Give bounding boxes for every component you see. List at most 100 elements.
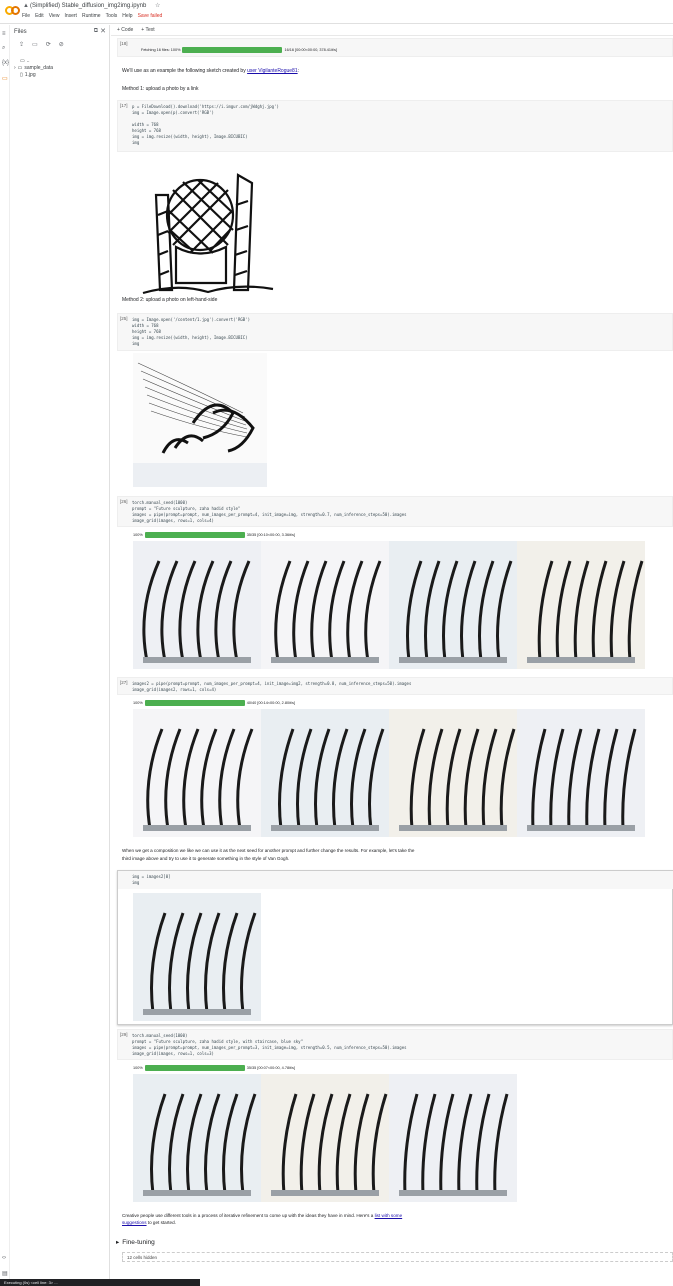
progress-stats: 35/35 [00:10<00:00, 3.36it/s] [246,533,295,537]
markdown-text: Creative people use different tools in a… [122,1213,403,1225]
menu-tools[interactable]: Tools [106,13,118,19]
progress-bar [144,700,245,706]
tree-item-sample-data[interactable]: › ▭ sample_data [14,65,53,71]
file-icon: ▯ [20,72,23,78]
markdown-text: We'll use as an example the following sk… [122,68,300,74]
progress-stats: 16/16 [00:00<00:00, 378.41it/s] [284,48,337,52]
code-snippets-icon[interactable]: ‹› [2,1255,6,1261]
markdown-text: When we get a composition we like we can… [122,848,415,853]
folder-icon[interactable]: ▭ [2,75,8,82]
code-cell[interactable]: [29] torch.manual_seed(1000) prompt = "F… [117,1029,673,1060]
generated-image [261,1074,389,1202]
progress-bar [144,532,245,538]
progress-row: Fetching 16 files: 100% 16/16 [00:00<00:… [141,47,337,53]
uploaded-image [133,353,267,487]
code-cell[interactable]: [25] img = Image.open('/content/1.jpg').… [117,313,673,351]
files-toolbar: ⇪ ▭ ⟳ ⊘ [19,41,64,48]
tree-item-parent[interactable]: ▭.. [20,58,30,64]
generated-image [133,1074,261,1202]
progress-stats: 35/35 [00:07<00:00, 4.78it/s] [246,1066,295,1070]
markdown-text: third image above and try to use it to g… [122,856,290,861]
add-text-button[interactable]: + Text [141,27,154,33]
generated-image [389,541,517,669]
markdown-text: Method 1: upload a photo by a link [122,86,199,92]
new-folder-icon[interactable]: ▭ [32,41,38,48]
code-editor[interactable]: img = images2[0] img [132,874,171,886]
search-icon[interactable]: ⌕ [2,45,5,52]
folder-icon: ▭ [17,65,23,71]
close-icon[interactable]: ✕ [100,27,106,35]
menu-insert[interactable]: Insert [64,13,77,19]
progress-bar [182,47,283,53]
progress-row: 100% 35/35 [00:10<00:00, 3.36it/s] [133,532,295,538]
progress-row: 100% 40/40 [00:14<00:00, 2.80it/s] [133,700,295,706]
cell-prompt: [25] [120,316,128,321]
progress-label: 100% [133,701,143,705]
progress-row: 100% 35/35 [00:07<00:00, 4.78it/s] [133,1065,295,1071]
cell-prompt: [17] [120,103,128,108]
tree-item-file[interactable]: ▯ 1.jpg [20,72,36,78]
save-status[interactable]: Save failed [138,13,163,19]
notebook-title[interactable]: (Simplified) Stable_diffusion_img2img.ip… [30,3,146,9]
files-panel: Files ⧉ ✕ ⇪ ▭ ⟳ ⊘ ▭.. › ▭ sample_data ▯ 1.j… [10,25,110,1286]
menu-bar: File Edit View Insert Runtime Tools Help… [22,13,162,19]
files-title: Files [14,29,27,35]
status-bar: Executing (0s) <cell line: 3> ... [0,1279,200,1286]
chevron-right-icon: › [14,65,16,71]
terminal-icon[interactable]: ▤ [2,1270,8,1277]
menu-file[interactable]: File [22,13,30,19]
sketch-image [138,155,278,297]
generated-image [261,709,389,837]
folder-icon: ▭ [20,58,25,64]
menu-help[interactable]: Help [122,13,132,19]
cell-prompt: [27] [120,680,128,685]
cell-prompt: [29] [120,1032,128,1037]
code-editor[interactable]: images2 = pipe(prompt=prompt, num_images… [132,681,411,693]
code-editor[interactable]: torch.manual_seed(1000) prompt = "Future… [132,500,407,524]
progress-bar [144,1065,245,1071]
upload-icon[interactable]: ⇪ [19,41,24,48]
new-window-icon[interactable]: ⧉ [94,28,98,35]
suggestions-link[interactable]: list with some [375,1213,403,1218]
generated-image [133,893,261,1021]
menu-runtime[interactable]: Runtime [82,13,101,19]
generated-image [517,709,645,837]
code-cell[interactable]: [17] p = FileDownload().download('https:… [117,100,673,152]
generated-image [133,709,261,837]
left-rail: ≡ ⌕ {x} ▭ ‹› ▤ [0,25,10,1286]
chevron-right-icon: ▸ [116,1239,120,1246]
star-icon[interactable]: ☆ [155,2,160,9]
code-editor[interactable]: p = FileDownload().download('https://i.i… [132,104,279,146]
generated-image [261,541,389,669]
code-editor[interactable]: img = Image.open('/content/1.jpg').conve… [132,317,250,347]
generated-image [389,1074,517,1202]
menu-view[interactable]: View [49,13,60,19]
progress-label: Fetching 16 files: 100% [141,48,181,52]
generated-image [133,541,261,669]
drive-icon: ▲ [23,3,29,9]
top-bar: ▲ (Simplified) Stable_diffusion_img2img.… [0,0,673,24]
progress-stats: 40/40 [00:14<00:00, 2.80it/s] [246,701,295,705]
variables-icon[interactable]: {x} [2,60,9,66]
progress-label: 100% [133,533,143,537]
drive-mount-icon[interactable]: ⊘ [59,41,64,48]
refresh-icon[interactable]: ⟳ [46,41,51,48]
user-link[interactable]: user VigilanteRogue81 [247,68,298,74]
cell-prompt: [18] [120,41,128,46]
add-code-button[interactable]: + Code [117,27,133,33]
suggestions-link[interactable]: suggestions [122,1220,147,1225]
generated-image [389,709,517,837]
notebook-toolbar: + Code + Text [111,25,673,36]
section-header[interactable]: ▸ Fine-tuning [116,1238,155,1247]
hidden-cells-indicator[interactable]: 12 cells hidden [122,1252,673,1262]
colab-logo-icon[interactable] [5,6,20,16]
menu-edit[interactable]: Edit [35,13,44,19]
code-cell[interactable]: [26] torch.manual_seed(1000) prompt = "F… [117,496,673,527]
code-editor[interactable]: torch.manual_seed(1000) prompt = "Future… [132,1033,407,1057]
cell-prompt: [26] [120,499,128,504]
markdown-text: Method 2: upload a photo on left-hand-si… [122,297,218,303]
toc-icon[interactable]: ≡ [2,31,6,37]
code-cell[interactable]: [27] images2 = pipe(prompt=prompt, num_i… [117,677,673,695]
progress-label: 100% [133,1066,143,1070]
notebook: + Code + Text [18] Fetching 16 files: 10… [111,25,673,1286]
